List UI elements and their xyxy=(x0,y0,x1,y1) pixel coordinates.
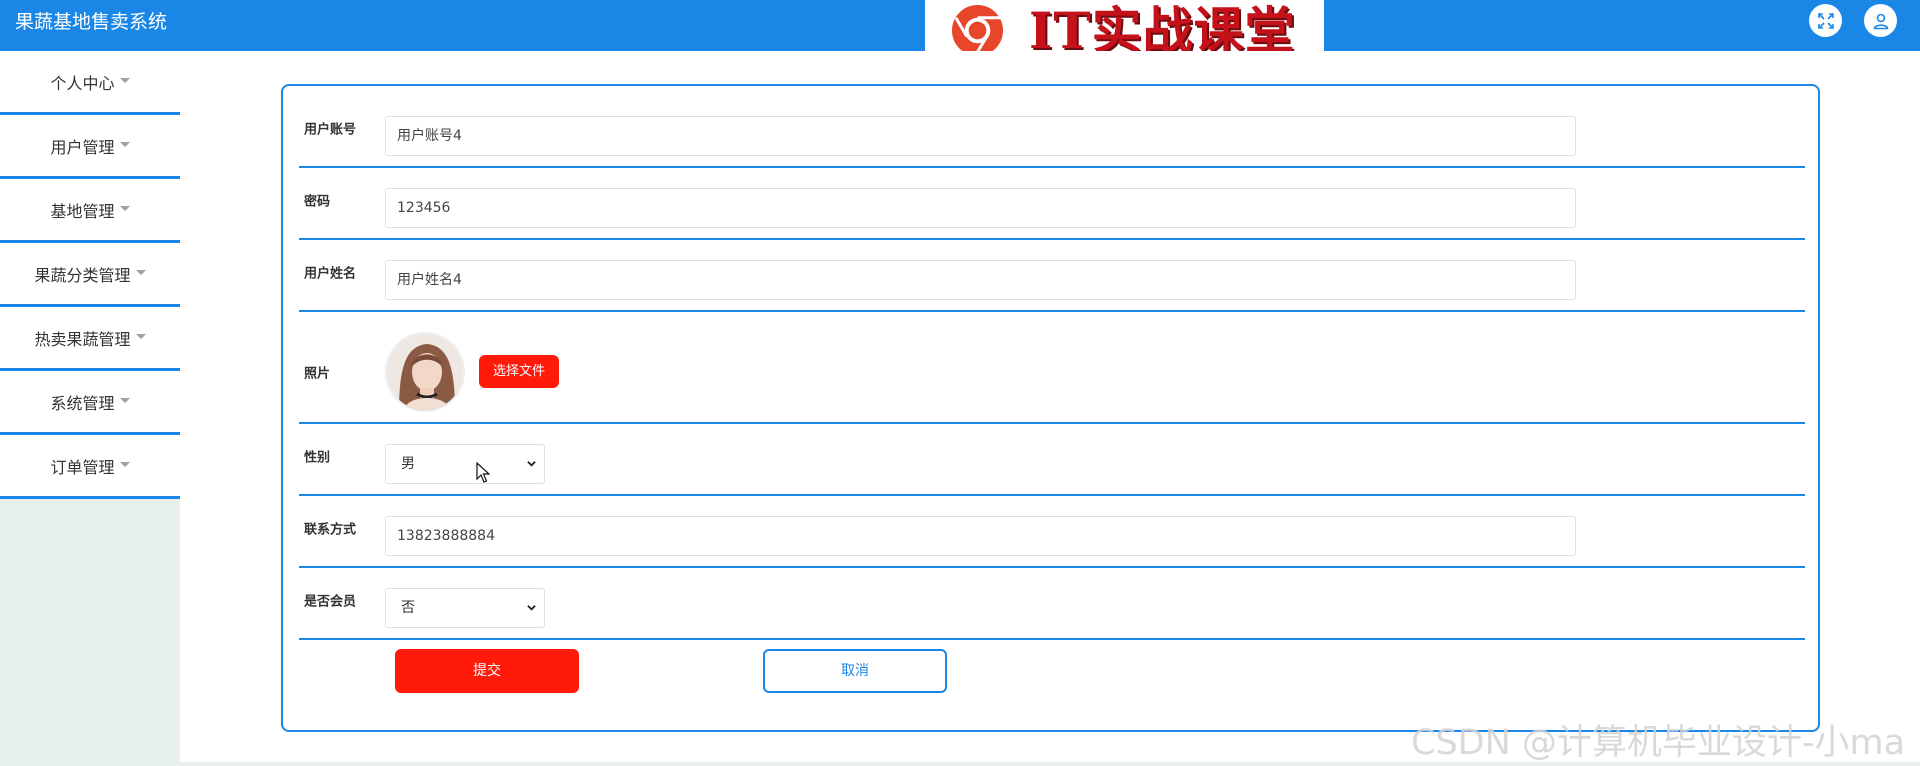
fullscreen-icon xyxy=(1817,12,1834,29)
account-label: 用户账号 xyxy=(304,122,357,138)
user-icon xyxy=(1873,13,1888,29)
caret-down-icon xyxy=(135,334,146,339)
fullscreen-button[interactable] xyxy=(1809,4,1842,37)
sidebar-item-label: 基地管理 xyxy=(50,201,115,221)
sidebar-item-personal-center[interactable]: 个人中心 xyxy=(0,51,180,115)
sidebar-item-label: 热卖果蔬管理 xyxy=(34,329,131,349)
caret-down-icon xyxy=(119,462,130,467)
chevron-down-icon xyxy=(527,461,536,467)
caret-down-icon xyxy=(135,270,146,275)
name-label: 用户姓名 xyxy=(304,266,357,282)
user-edit-form: 用户账号 用户账号4 密码 123456 用户姓名 用户姓名4 照片 选择文件 … xyxy=(281,84,1820,732)
user-button[interactable] xyxy=(1864,4,1897,37)
sidebar-item-category-management[interactable]: 果蔬分类管理 xyxy=(0,243,180,307)
gender-selected-value: 男 xyxy=(401,456,415,472)
avatar xyxy=(385,332,465,412)
sidebar: 个人中心 用户管理 基地管理 果蔬分类管理 热卖果蔬管理 系统管理 订单管理 xyxy=(0,51,180,766)
member-select[interactable]: 否 xyxy=(385,588,545,628)
banner: IT实战课堂 xyxy=(925,0,1324,60)
member-selected-value: 否 xyxy=(401,600,415,616)
choose-file-button[interactable]: 选择文件 xyxy=(479,355,559,388)
sidebar-item-system-management[interactable]: 系统管理 xyxy=(0,371,180,435)
sidebar-item-label: 果蔬分类管理 xyxy=(34,265,131,285)
watermark: CSDN @计算机毕业设计-小ma xyxy=(1411,723,1906,763)
gender-select[interactable]: 男 xyxy=(385,444,545,484)
name-input[interactable]: 用户姓名4 xyxy=(385,260,1576,300)
sidebar-item-base-management[interactable]: 基地管理 xyxy=(0,179,180,243)
form-row-phone: 联系方式 13823888884 xyxy=(299,496,1805,568)
caret-down-icon xyxy=(119,206,130,211)
sidebar-item-order-management[interactable]: 订单管理 xyxy=(0,435,180,499)
form-row-password: 密码 123456 xyxy=(299,168,1805,240)
phone-label: 联系方式 xyxy=(304,522,357,538)
cancel-button[interactable]: 取消 xyxy=(763,649,947,693)
sidebar-item-user-management[interactable]: 用户管理 xyxy=(0,115,180,179)
sidebar-item-label: 系统管理 xyxy=(50,393,115,413)
mouse-cursor-icon xyxy=(476,462,490,483)
caret-down-icon xyxy=(119,78,130,83)
form-row-member: 是否会员 否 xyxy=(299,568,1805,640)
chevron-down-icon xyxy=(527,605,536,611)
form-row-account: 用户账号 用户账号4 xyxy=(299,86,1805,168)
form-row-gender: 性别 男 xyxy=(299,424,1805,496)
photo-label: 照片 xyxy=(304,366,331,382)
caret-down-icon xyxy=(119,142,130,147)
sidebar-item-label: 订单管理 xyxy=(50,457,115,477)
submit-button[interactable]: 提交 xyxy=(395,649,579,693)
gender-label: 性别 xyxy=(304,450,331,466)
phone-input[interactable]: 13823888884 xyxy=(385,516,1576,556)
sidebar-item-label: 个人中心 xyxy=(50,73,115,93)
app-title: 果蔬基地售卖系统 xyxy=(15,11,168,33)
sidebar-item-hot-products-management[interactable]: 热卖果蔬管理 xyxy=(0,307,180,371)
avatar-portrait-image xyxy=(387,334,463,410)
password-label: 密码 xyxy=(304,194,331,210)
top-header: 果蔬基地售卖系统 IT实战课堂 xyxy=(0,0,1920,60)
caret-down-icon xyxy=(119,398,130,403)
form-row-photo: 照片 选择文件 xyxy=(299,312,1805,424)
account-input[interactable]: 用户账号4 xyxy=(385,116,1576,156)
sidebar-item-label: 用户管理 xyxy=(50,137,115,157)
form-row-name: 用户姓名 用户姓名4 xyxy=(299,240,1805,312)
password-input[interactable]: 123456 xyxy=(385,188,1576,228)
chrome-like-logo-icon xyxy=(951,4,1004,57)
member-label: 是否会员 xyxy=(304,594,357,610)
